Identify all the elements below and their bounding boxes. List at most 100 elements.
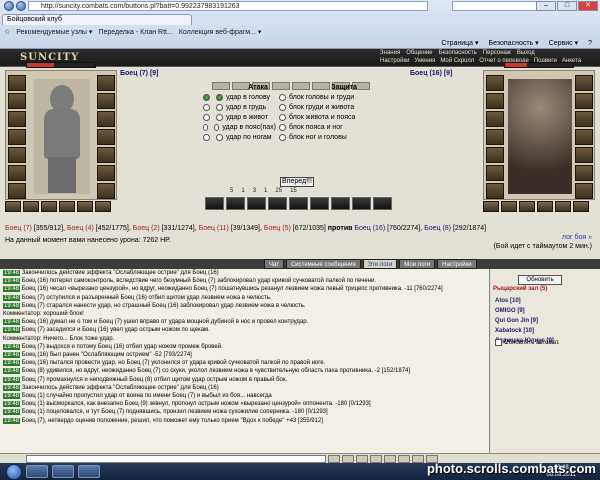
favorite-item[interactable]: Рекомендуемые узлы ▾ (16, 28, 92, 36)
belt-slot[interactable] (95, 201, 111, 212)
address-bar[interactable]: http://suncity.combats.com/buttons.pl?ba… (28, 1, 428, 11)
skill-slot[interactable] (247, 197, 266, 210)
skill-slot[interactable] (373, 197, 392, 210)
online-user[interactable]: OMIGO [9] (495, 306, 554, 316)
online-user[interactable]: Atos [10] (495, 296, 554, 306)
browser-tab[interactable]: Бойцовский клуб (2, 14, 192, 25)
menu-security[interactable]: Безопасность (439, 50, 477, 56)
online-user[interactable]: Qui Gon Jin [9] (495, 316, 554, 326)
right-player-name[interactable]: Боец (16) [9] (410, 70, 452, 77)
chat-tool-button[interactable] (384, 455, 396, 463)
chat-tab[interactable]: Системные сообщения (285, 259, 361, 269)
equip-slot[interactable] (8, 111, 26, 127)
attack-radio[interactable] (216, 103, 223, 111)
belt-slot[interactable] (77, 201, 93, 212)
attack-radio[interactable] (216, 113, 223, 121)
belt-slot[interactable] (59, 201, 75, 212)
chat-tab[interactable]: Мои логи (399, 259, 436, 269)
minimize-icon[interactable]: – (536, 1, 556, 11)
forward-button[interactable]: Вперед!!! (280, 177, 314, 187)
refresh-button[interactable]: Обновить (518, 275, 562, 285)
command-help[interactable]: ? (588, 38, 592, 49)
attack-radio[interactable] (216, 93, 223, 101)
left-team-member[interactable]: Боец (4) (67, 225, 94, 232)
chat-tool-button[interactable] (356, 455, 368, 463)
online-user[interactable]: Xabatock [10] (495, 326, 554, 336)
chat-tab[interactable]: Чат (264, 259, 284, 269)
menu-skills[interactable]: Умения (414, 58, 435, 64)
right-team-member[interactable]: Боец (8) (424, 225, 451, 232)
equip-slot[interactable] (97, 183, 115, 199)
attack-radio[interactable] (203, 103, 210, 111)
belt-slot[interactable] (5, 201, 21, 212)
battle-log-link[interactable]: лог боя » (494, 233, 592, 242)
close-icon[interactable]: ✕ (578, 1, 598, 11)
defense-radio[interactable] (279, 123, 286, 131)
search-input[interactable] (452, 1, 542, 11)
skill-slot[interactable] (310, 197, 329, 210)
equip-slot[interactable] (97, 147, 115, 163)
chat-tool-button[interactable] (398, 455, 410, 463)
attack-radio[interactable] (216, 133, 223, 141)
defense-radio[interactable] (279, 93, 286, 101)
attack-radio[interactable] (203, 113, 210, 121)
chat-tab[interactable]: Эти логи (362, 259, 398, 269)
attack-radio[interactable] (203, 123, 209, 131)
equip-slot[interactable] (97, 93, 115, 109)
left-team-member[interactable]: Боец (5) (264, 225, 291, 232)
menu-exit[interactable]: Выход (517, 50, 535, 56)
equip-slot[interactable] (97, 75, 115, 91)
right-team-member[interactable]: Боец (16) (354, 225, 385, 232)
skill-slot[interactable] (352, 197, 371, 210)
command-security[interactable]: Безопасность ▾ (489, 38, 539, 49)
taskbar-app-icon[interactable] (52, 465, 74, 478)
equip-slot[interactable] (97, 165, 115, 181)
skill-slot[interactable] (268, 197, 287, 210)
equip-slot[interactable] (97, 129, 115, 145)
menu-settings[interactable]: Настройки (380, 58, 409, 64)
equip-slot[interactable] (8, 147, 26, 163)
taskbar-app-icon[interactable] (26, 465, 48, 478)
skill-slot[interactable] (331, 197, 350, 210)
attack-radio[interactable] (203, 133, 210, 141)
left-team-member[interactable]: Боец (2) (133, 225, 160, 232)
back-icon[interactable] (4, 1, 14, 11)
chat-tool-button[interactable] (342, 455, 354, 463)
favorite-item[interactable]: Коллекция веб-фрагм... ▾ (179, 28, 262, 36)
attack-radio[interactable] (203, 93, 210, 101)
skill-slot[interactable] (205, 197, 224, 210)
chat-tool-button[interactable] (328, 455, 340, 463)
taskbar-app-icon[interactable] (78, 465, 100, 478)
skill-slot[interactable] (289, 197, 308, 210)
skill-slot[interactable] (226, 197, 245, 210)
left-player-name[interactable]: Боец (7) [9] (120, 70, 159, 77)
belt-slot[interactable] (41, 201, 57, 212)
equip-slot[interactable] (8, 183, 26, 199)
menu-knowledge[interactable]: Знания (380, 50, 400, 56)
chat-tool-button[interactable] (412, 455, 424, 463)
equip-slot[interactable] (97, 111, 115, 127)
auto-refresh[interactable]: Обновлять автомат. (495, 339, 560, 346)
forward-icon[interactable] (16, 1, 26, 11)
start-button[interactable] (6, 463, 22, 480)
command-page[interactable]: Страница ▾ (441, 38, 478, 49)
chat-tab[interactable]: Настройки (437, 259, 477, 269)
equip-slot[interactable] (8, 165, 26, 181)
chat-tool-button[interactable] (370, 455, 382, 463)
command-tools[interactable]: Сервис ▾ (549, 38, 578, 49)
maximize-icon[interactable]: □ (557, 1, 577, 11)
favorites-star-icon[interactable]: ☆ (4, 28, 10, 36)
equip-slot[interactable] (8, 129, 26, 145)
chat-input[interactable] (26, 455, 326, 463)
menu-character[interactable]: Персонаж (483, 50, 511, 56)
favorite-item[interactable]: Переделка - Клан Rtt... (98, 29, 172, 36)
defense-radio[interactable] (279, 113, 286, 121)
belt-slot[interactable] (23, 201, 39, 212)
equip-slot[interactable] (8, 75, 26, 91)
defense-radio[interactable] (279, 103, 286, 111)
equip-slot[interactable] (8, 93, 26, 109)
menu-scroll[interactable]: Мой Скролл (440, 58, 474, 64)
attack-radio[interactable] (214, 123, 220, 131)
left-team-member[interactable]: Боец (7) (5, 225, 32, 232)
menu-chat[interactable]: Общение (406, 50, 432, 56)
